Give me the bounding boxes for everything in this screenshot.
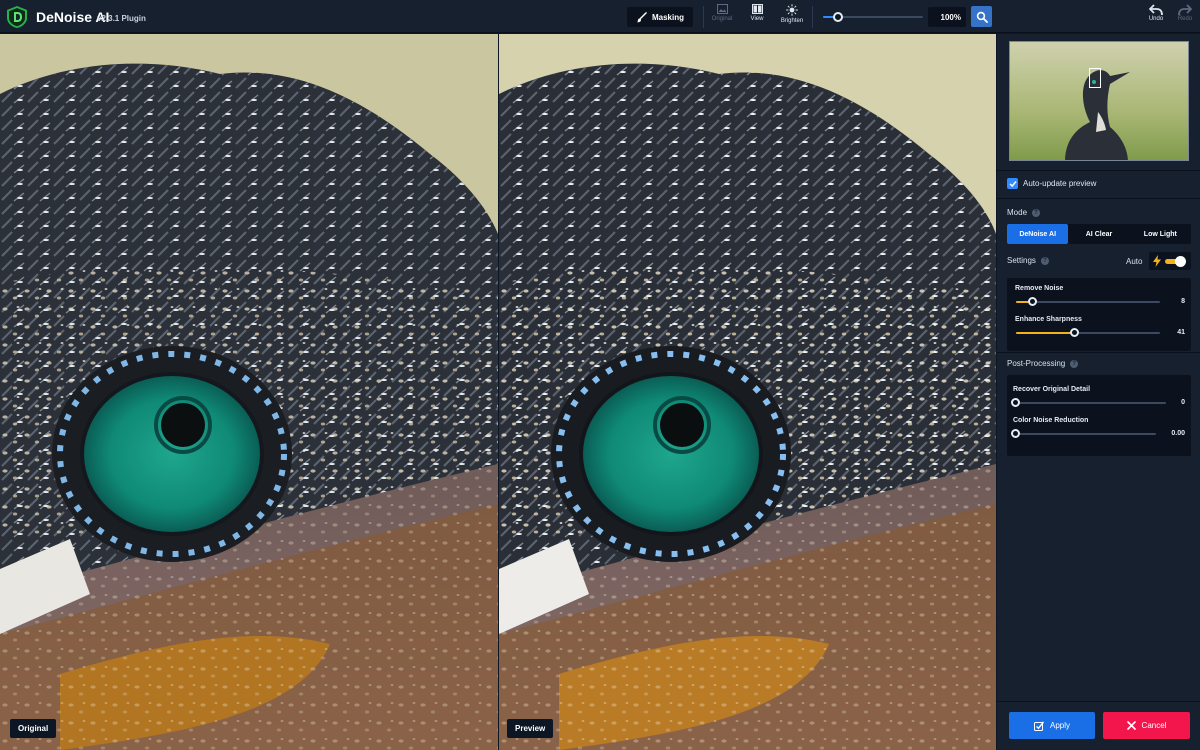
remove-noise-value: 8 [1181, 298, 1185, 305]
recover-detail-value: 0 [1181, 399, 1185, 406]
enhance-sharpness-slider-fill [1016, 332, 1076, 334]
post-processing-sliders-card: Recover Original Detail 0 Color Noise Re… [1007, 375, 1191, 456]
undo-icon [1149, 4, 1163, 16]
close-icon [1126, 721, 1136, 730]
zoom-value-field[interactable]: 100% [928, 7, 966, 27]
view-button[interactable]: View [740, 4, 774, 30]
toolbar-divider [812, 6, 813, 28]
brush-icon [636, 11, 647, 22]
auto-update-label: Auto-update preview [1023, 179, 1097, 188]
enhance-sharpness-label: Enhance Sharpness [1015, 316, 1082, 323]
color-noise-label: Color Noise Reduction [1013, 417, 1089, 424]
settings-panel: Auto-update preview Mode ? DeNoise AI AI… [997, 34, 1200, 750]
original-label-badge: Original [10, 719, 57, 738]
panel-separator [997, 352, 1200, 353]
undo-button[interactable]: Undo [1143, 4, 1169, 30]
zoom-slider-thumb[interactable] [833, 12, 843, 22]
brighten-button[interactable]: Brighten [775, 4, 809, 30]
checkbox-checked-icon [1007, 178, 1018, 189]
cancel-label: Cancel [1141, 721, 1167, 730]
color-noise-slider-track[interactable] [1016, 433, 1156, 435]
lightning-bolt-icon [1153, 255, 1161, 267]
help-icon[interactable]: ? [1032, 208, 1041, 217]
split-view-icon [751, 4, 763, 14]
color-noise-slider-thumb[interactable] [1011, 429, 1020, 438]
remove-noise-slider-track[interactable] [1016, 301, 1160, 303]
auto-label: Auto [1126, 257, 1143, 266]
toolbar-divider [703, 6, 704, 28]
settings-sliders-card: Remove Noise 8 Enhance Sharpness 41 [1007, 278, 1191, 351]
panel-separator [997, 170, 1200, 171]
brighten-label: Brighten [780, 18, 804, 24]
bird-eye-photo-original [0, 34, 498, 750]
navigator-thumbnail[interactable] [1009, 41, 1189, 161]
bird-eye-photo-preview [499, 34, 996, 750]
apply-button[interactable]: Apply [1009, 712, 1095, 739]
masking-label: Masking [651, 12, 684, 22]
magnifier-icon [976, 11, 988, 23]
cancel-button[interactable]: Cancel [1103, 712, 1190, 739]
settings-section-title: Settings ? [1007, 256, 1049, 265]
color-noise-value: 0.00 [1171, 430, 1185, 437]
masking-button[interactable]: Masking [627, 7, 693, 27]
toggle-knob [1175, 256, 1186, 267]
view-label: View [750, 16, 764, 22]
auto-update-checkbox[interactable]: Auto-update preview [1007, 178, 1096, 189]
recover-detail-label: Recover Original Detail [1013, 386, 1091, 393]
mode-title: Mode [1007, 208, 1028, 217]
redo-button[interactable]: Redo [1172, 4, 1198, 30]
enhance-sharpness-value: 41 [1177, 329, 1185, 336]
remove-noise-label: Remove Noise [1015, 285, 1064, 292]
denoise-logo-icon [7, 6, 27, 28]
settings-title: Settings [1007, 256, 1036, 265]
mode-section-title: Mode ? [1007, 208, 1041, 217]
enhance-sharpness-slider-track[interactable] [1016, 332, 1160, 334]
navigator-viewport-box[interactable] [1089, 68, 1101, 88]
original-image-pane[interactable]: Original [0, 34, 498, 750]
original-view-label: Original [711, 16, 733, 22]
apply-label: Apply [1049, 721, 1070, 730]
mode-selector: DeNoise AI AI Clear Low Light [1007, 224, 1191, 244]
app-version: v2.3.1 Plugin [97, 14, 146, 23]
undo-label: Undo [1148, 16, 1164, 22]
remove-noise-slider-thumb[interactable] [1028, 297, 1038, 306]
enhance-sharpness-slider-thumb[interactable] [1070, 328, 1080, 337]
help-icon[interactable]: ? [1070, 359, 1079, 368]
mode-ai-clear-button[interactable]: AI Clear [1068, 224, 1129, 244]
recover-detail-slider-thumb[interactable] [1011, 398, 1020, 407]
original-view-button[interactable]: Original [705, 4, 739, 30]
post-processing-section-title: Post-Processing ? [1007, 359, 1079, 368]
post-processing-title: Post-Processing [1007, 359, 1066, 368]
apply-icon [1033, 721, 1044, 731]
zoom-button[interactable] [971, 6, 992, 27]
panel-separator [997, 701, 1200, 702]
preview-image-pane[interactable]: Preview [499, 34, 996, 750]
panel-separator [997, 198, 1200, 199]
top-bar: DeNoise AI v2.3.1 Plugin Masking Origina… [0, 0, 1200, 33]
image-icon [716, 4, 728, 14]
bird-thumbnail-image [1010, 42, 1188, 160]
preview-label-badge: Preview [507, 719, 554, 738]
redo-label: Redo [1177, 16, 1193, 22]
mode-denoise-ai-button[interactable]: DeNoise AI [1007, 224, 1069, 244]
redo-icon [1178, 4, 1192, 16]
mode-low-light-button[interactable]: Low Light [1130, 224, 1191, 244]
help-icon[interactable]: ? [1040, 256, 1049, 265]
sun-icon [786, 4, 798, 16]
recover-detail-slider-track[interactable] [1016, 402, 1166, 404]
auto-settings-toggle[interactable] [1149, 252, 1191, 270]
